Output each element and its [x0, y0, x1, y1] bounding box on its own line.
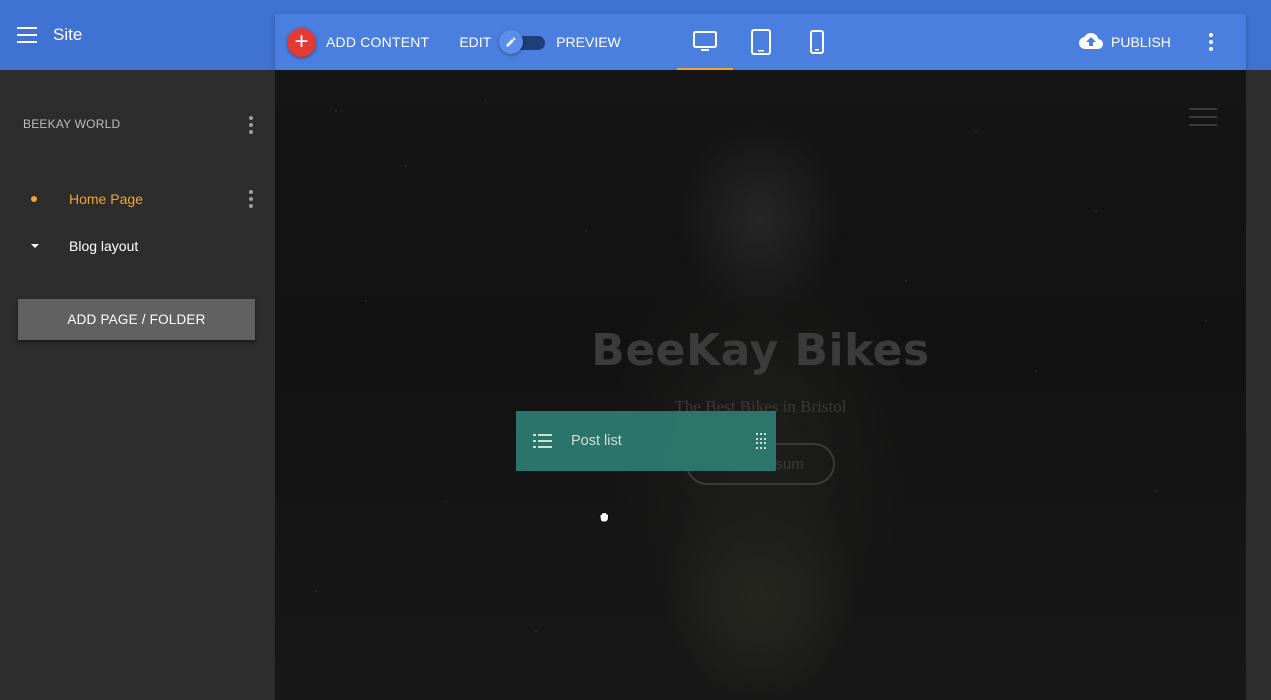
sidebar-item-blog-layout[interactable]: Blog layout — [0, 231, 275, 261]
site-more-icon[interactable] — [241, 113, 261, 137]
page-more-icon[interactable] — [241, 187, 261, 211]
post-list-drag-item[interactable]: Post list — [516, 411, 776, 471]
add-content-label: ADD CONTENT — [326, 34, 430, 50]
right-gutter — [1246, 70, 1271, 700]
menu-icon[interactable] — [17, 27, 37, 43]
plus-icon: + — [287, 27, 316, 57]
add-content-button[interactable]: + ADD CONTENT — [287, 27, 430, 57]
more-options-icon[interactable] — [1199, 14, 1223, 70]
drag-item-label: Post list — [571, 433, 622, 449]
caret-down-icon[interactable] — [31, 244, 39, 248]
tablet-view-button[interactable] — [733, 14, 789, 70]
drag-handle-icon[interactable] — [756, 433, 766, 449]
hero-title: BeeKay Bikes — [591, 325, 930, 376]
desktop-view-button[interactable] — [677, 14, 733, 70]
active-bullet-icon — [31, 196, 37, 202]
editor-toolbar: + ADD CONTENT EDIT PREVIEW PUBLISH — [275, 14, 1246, 70]
cloud-upload-icon — [1079, 33, 1103, 49]
sidebar-item-label: Blog layout — [69, 238, 139, 254]
sidebar-item-label: Home Page — [69, 191, 143, 207]
device-switcher — [677, 14, 845, 70]
edit-preview-toggle[interactable] — [499, 30, 546, 54]
tablet-icon — [751, 29, 771, 55]
publish-button[interactable]: PUBLISH — [1079, 14, 1171, 70]
preview-label: PREVIEW — [556, 34, 621, 50]
site-name: BEEKAY WORLD — [23, 117, 121, 131]
pencil-icon — [499, 30, 524, 54]
phone-view-button[interactable] — [789, 14, 845, 70]
app-root: Site + ADD CONTENT EDIT PREVIEW PUBLISH … — [0, 0, 1271, 700]
preview-menu-icon[interactable] — [1189, 108, 1217, 126]
sidebar-item-home-page[interactable]: Home Page — [0, 184, 275, 214]
publish-label: PUBLISH — [1111, 34, 1171, 50]
edit-label: EDIT — [459, 34, 492, 50]
site-title: Site — [53, 25, 83, 44]
add-page-folder-button[interactable]: ADD PAGE / FOLDER — [18, 299, 255, 340]
sidebar-header: Site — [0, 0, 275, 70]
page-preview-canvas[interactable]: BeeKay Bikes The Best Bikes in Bristol L… — [275, 70, 1246, 700]
desktop-icon — [693, 31, 717, 51]
sidebar: BEEKAY WORLD Home Page Blog layout ADD P… — [0, 70, 275, 700]
phone-icon — [810, 30, 824, 54]
grab-cursor-icon — [599, 511, 609, 523]
list-icon — [533, 434, 552, 448]
